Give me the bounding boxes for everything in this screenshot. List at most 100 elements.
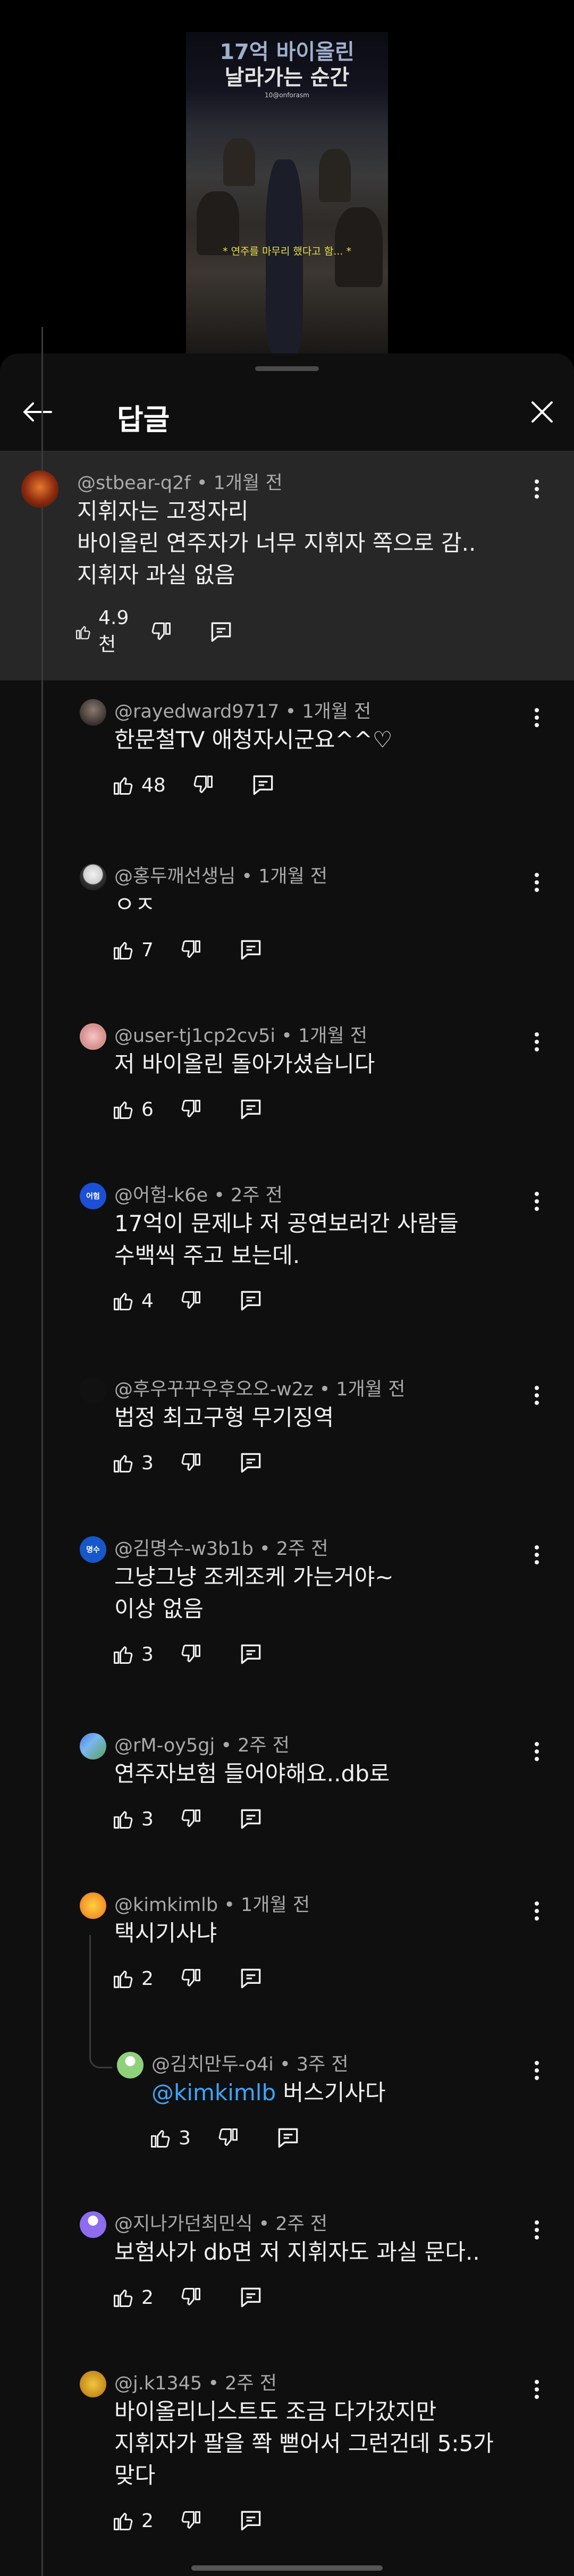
comment-author[interactable]: @rayedward9717 xyxy=(114,701,279,722)
more-options-button[interactable] xyxy=(526,1185,547,1217)
like-button[interactable]: 4.9천 xyxy=(74,607,134,656)
close-icon xyxy=(531,401,553,423)
dislike-button[interactable] xyxy=(149,620,173,644)
comment-line: 17억이 문제냐 저 공연보러간 사람들 xyxy=(114,1210,459,1236)
close-button[interactable] xyxy=(521,391,563,433)
thread-line xyxy=(41,327,43,2576)
video-title-line1: 17억 바이올린 xyxy=(220,40,354,64)
avatar[interactable] xyxy=(80,1892,106,1919)
more-options-button[interactable] xyxy=(526,1379,547,1411)
reply-button[interactable] xyxy=(208,619,234,645)
comment-author[interactable]: @어험-k6e xyxy=(114,1185,208,1206)
avatar[interactable] xyxy=(117,2052,144,2078)
more-options-button[interactable] xyxy=(526,473,547,505)
comment-author[interactable]: @김치만두-o4i xyxy=(151,2054,274,2075)
drag-handle[interactable] xyxy=(255,366,319,371)
reply-button[interactable] xyxy=(250,772,276,798)
avatar[interactable] xyxy=(80,864,106,890)
reply-button[interactable] xyxy=(238,1096,264,1123)
avatar[interactable] xyxy=(80,1377,106,1403)
dislike-button[interactable] xyxy=(179,938,202,962)
comment-meta: @김명수-w3b1b • 2주 전 xyxy=(114,1534,328,1561)
like-button[interactable]: 2 xyxy=(112,1967,154,1990)
dislike-button[interactable] xyxy=(179,1098,202,1121)
thumbs-down-icon xyxy=(181,940,200,958)
comment-time: 2주 전 xyxy=(231,1185,283,1206)
performer-figure xyxy=(319,149,351,202)
avatar[interactable] xyxy=(80,2371,106,2397)
video-thumbnail[interactable]: 17억 바이올린 날라가는 순간 10@onforasm * 연주를 마무리 했… xyxy=(186,32,388,353)
comment-author[interactable]: @김명수-w3b1b xyxy=(114,1538,254,1560)
avatar[interactable] xyxy=(80,1023,106,1050)
dislike-button[interactable] xyxy=(179,2286,202,2309)
reply-button[interactable] xyxy=(238,1641,264,1668)
avatar[interactable]: 어험 xyxy=(80,1183,106,1209)
like-count: 4.9천 xyxy=(98,607,129,655)
reply-button[interactable] xyxy=(238,1965,264,1992)
more-options-button[interactable] xyxy=(526,1026,547,1058)
comment-time: 2주 전 xyxy=(275,2213,328,2235)
more-options-button[interactable] xyxy=(526,1895,547,1927)
more-options-button[interactable] xyxy=(526,702,547,734)
avatar[interactable]: 명수 xyxy=(80,1536,106,1563)
comment-author[interactable]: @지나가던최민식 xyxy=(114,2213,252,2235)
comment-reply-icon xyxy=(241,1453,261,1473)
meta-separator: • xyxy=(202,2373,225,2394)
comment-author[interactable]: @user-tj1cp2cv5i xyxy=(114,1025,275,1047)
reply-button[interactable] xyxy=(238,937,264,963)
dislike-button[interactable] xyxy=(216,2126,240,2150)
avatar[interactable] xyxy=(21,470,58,508)
meta-separator: • xyxy=(252,2213,276,2235)
comment-text: 바이올리니스트도 조금 다가갔지만 지휘자가 팔을 쫙 뻗어서 그런건데 5:5가… xyxy=(114,2396,494,2491)
like-button[interactable]: 2 xyxy=(112,2509,154,2532)
more-options-button[interactable] xyxy=(526,1736,547,1767)
avatar[interactable] xyxy=(80,2211,106,2238)
thumbs-down-icon xyxy=(181,1969,200,1986)
meta-separator: • xyxy=(279,701,302,722)
like-button[interactable]: 4 xyxy=(112,1289,154,1312)
video-preview[interactable]: 17억 바이올린 날라가는 순간 10@onforasm * 연주를 마무리 했… xyxy=(0,0,574,353)
more-options-button[interactable] xyxy=(526,2214,547,2246)
comment-author[interactable]: @j.k1345 xyxy=(114,2373,202,2394)
dislike-button[interactable] xyxy=(179,1451,202,1475)
dislike-button[interactable] xyxy=(179,1289,202,1312)
reply-button[interactable] xyxy=(238,2507,264,2534)
avatar[interactable] xyxy=(80,1733,106,1760)
more-options-button[interactable] xyxy=(526,2055,547,2086)
dislike-button[interactable] xyxy=(191,773,215,797)
like-button[interactable]: 7 xyxy=(112,938,154,962)
more-options-button[interactable] xyxy=(526,2373,547,2405)
reply-button[interactable] xyxy=(275,2125,301,2151)
avatar[interactable] xyxy=(80,699,106,726)
like-button[interactable]: 3 xyxy=(149,2126,191,2150)
like-button[interactable]: 3 xyxy=(112,1807,154,1831)
like-button[interactable]: 2 xyxy=(112,2286,154,2309)
mention-link[interactable]: @kimkimlb xyxy=(151,2080,276,2106)
dislike-button[interactable] xyxy=(179,1643,202,1666)
comment-text: 보험사가 db면 저 지휘자도 과실 문다.. xyxy=(114,2236,480,2268)
like-button[interactable]: 3 xyxy=(112,1451,154,1475)
comment-time: 1개월 전 xyxy=(258,866,328,887)
comment-author[interactable]: @후우꾸꾸우후오오-w2z xyxy=(114,1379,314,1400)
comment-author[interactable]: @stbear-q2f xyxy=(77,473,191,494)
thumbs-down-icon xyxy=(151,622,171,640)
comment-author[interactable]: @kimkimlb xyxy=(114,1895,218,1916)
reply-button[interactable] xyxy=(238,2284,264,2311)
like-button[interactable]: 6 xyxy=(112,1098,154,1121)
nested-thread-line xyxy=(89,1935,91,2052)
more-options-button[interactable] xyxy=(526,1539,547,1571)
more-options-button[interactable] xyxy=(526,866,547,898)
reply-button[interactable] xyxy=(238,1450,264,1476)
back-button[interactable] xyxy=(16,391,58,433)
meta-separator: • xyxy=(218,1895,241,1916)
comment-author[interactable]: @rM-oy5gj xyxy=(114,1735,215,1756)
dislike-button[interactable] xyxy=(179,1807,202,1831)
like-button[interactable]: 3 xyxy=(112,1643,154,1666)
comment-meta: @user-tj1cp2cv5i • 1개월 전 xyxy=(114,1021,367,1048)
like-button[interactable]: 48 xyxy=(112,773,166,797)
dislike-button[interactable] xyxy=(179,1967,202,1990)
reply-button[interactable] xyxy=(238,1806,264,1832)
dislike-button[interactable] xyxy=(179,2509,202,2532)
reply-button[interactable] xyxy=(238,1287,264,1314)
comment-author[interactable]: @홍두깨선생님 xyxy=(114,866,235,887)
